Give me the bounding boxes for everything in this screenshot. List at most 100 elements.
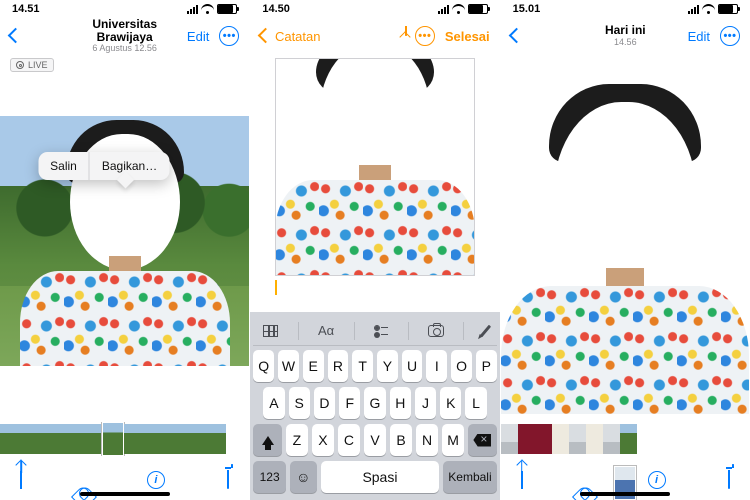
key-s[interactable]: S: [289, 387, 310, 419]
photo-subject: [275, 59, 475, 275]
thumbnail[interactable]: [569, 424, 586, 454]
key-t[interactable]: T: [352, 350, 373, 382]
key-d[interactable]: D: [314, 387, 335, 419]
key-h[interactable]: H: [390, 387, 411, 419]
key-z[interactable]: Z: [286, 424, 308, 456]
thumbnail[interactable]: [158, 424, 175, 454]
info-button[interactable]: i: [648, 471, 666, 489]
shift-icon: [262, 436, 274, 445]
thumbnail[interactable]: [586, 424, 603, 454]
back-button[interactable]: [10, 29, 21, 44]
thumbnail[interactable]: [124, 424, 141, 454]
kb-checklist-button[interactable]: [374, 325, 388, 337]
edit-button[interactable]: Edit: [688, 29, 710, 44]
key-i[interactable]: I: [426, 350, 447, 382]
keyboard-row-4: 123 ☺ Spasi Kembali: [253, 461, 496, 493]
key-shift[interactable]: [253, 424, 282, 456]
info-button[interactable]: i: [147, 471, 165, 489]
key-a[interactable]: A: [263, 387, 284, 419]
live-icon: [16, 61, 24, 69]
thumbnail[interactable]: [518, 424, 535, 454]
key-l[interactable]: L: [465, 387, 486, 419]
keyboard-row-2: A S D F G H J K L: [253, 387, 496, 419]
thumbnail[interactable]: [0, 424, 17, 454]
kb-camera-button[interactable]: [428, 325, 444, 337]
more-button[interactable]: •••: [720, 26, 740, 46]
key-y[interactable]: Y: [377, 350, 398, 382]
more-button[interactable]: •••: [415, 26, 435, 46]
thumbnail[interactable]: [603, 424, 620, 454]
key-e[interactable]: E: [303, 350, 324, 382]
kb-format-button[interactable]: Aα: [318, 323, 334, 338]
key-u[interactable]: U: [402, 350, 423, 382]
kb-table-button[interactable]: [263, 325, 278, 337]
share-button[interactable]: [20, 471, 22, 489]
back-button[interactable]: Catatan: [260, 29, 320, 44]
key-return[interactable]: Kembali: [443, 461, 496, 493]
thumbnail-selected[interactable]: [102, 422, 124, 456]
key-q[interactable]: Q: [253, 350, 274, 382]
kb-markup-button[interactable]: [484, 324, 487, 338]
photo-viewport[interactable]: Salin Bagikan…: [0, 116, 249, 366]
thumbnail[interactable]: [535, 424, 552, 454]
thumbnail[interactable]: [51, 424, 68, 454]
context-copy[interactable]: Salin: [38, 152, 89, 180]
nav-bar: Universitas Brawijaya 6 Agustus 12.56 Ed…: [0, 18, 249, 54]
key-m[interactable]: M: [442, 424, 464, 456]
share-button[interactable]: [521, 471, 523, 489]
status-bar: 15.01: [501, 0, 750, 18]
key-k[interactable]: K: [440, 387, 461, 419]
key-j[interactable]: J: [415, 387, 436, 419]
thumbnail[interactable]: [620, 424, 637, 454]
live-photo-badge[interactable]: LIVE: [10, 58, 54, 72]
done-button[interactable]: Selesai: [445, 29, 490, 44]
more-button[interactable]: •••: [219, 26, 239, 46]
wifi-icon: [452, 4, 465, 14]
key-v[interactable]: V: [364, 424, 386, 456]
key-g[interactable]: G: [364, 387, 385, 419]
key-backspace[interactable]: [468, 424, 497, 456]
thumbnail[interactable]: [209, 424, 226, 454]
status-indicators: [688, 4, 738, 14]
edit-button[interactable]: Edit: [187, 29, 209, 44]
key-p[interactable]: P: [476, 350, 497, 382]
key-space[interactable]: Spasi: [321, 461, 440, 493]
home-indicator[interactable]: [80, 492, 170, 496]
key-w[interactable]: W: [278, 350, 299, 382]
key-numbers[interactable]: 123: [253, 461, 286, 493]
thumbnail[interactable]: [141, 424, 158, 454]
key-n[interactable]: N: [416, 424, 438, 456]
pen-icon: [480, 324, 491, 337]
back-button[interactable]: [511, 29, 522, 44]
thumbnail[interactable]: [175, 424, 192, 454]
thumbnail[interactable]: [68, 424, 85, 454]
home-indicator[interactable]: [580, 492, 670, 496]
chevron-left-icon: [258, 27, 274, 43]
thumbnail[interactable]: [85, 424, 102, 454]
thumbnail[interactable]: [34, 424, 51, 454]
status-time: 14.51: [12, 3, 40, 15]
key-f[interactable]: F: [339, 387, 360, 419]
chevron-left-icon: [508, 27, 524, 43]
thumbnail[interactable]: [552, 424, 569, 454]
pasted-image[interactable]: [275, 58, 475, 276]
keyboard-row-1: Q W E R T Y U I O P: [253, 350, 496, 382]
key-r[interactable]: R: [328, 350, 349, 382]
key-c[interactable]: C: [338, 424, 360, 456]
subject-face-blank: [320, 58, 430, 179]
thumbnail-strip[interactable]: [0, 422, 249, 456]
thumbnail-strip[interactable]: [501, 422, 750, 456]
delete-button[interactable]: [728, 471, 730, 489]
key-b[interactable]: B: [390, 424, 412, 456]
key-x[interactable]: X: [312, 424, 334, 456]
wifi-icon: [201, 4, 214, 14]
delete-button[interactable]: [227, 471, 229, 489]
key-o[interactable]: O: [451, 350, 472, 382]
note-body[interactable]: [250, 54, 499, 312]
thumbnail[interactable]: [17, 424, 34, 454]
photo-viewport[interactable]: [501, 54, 750, 422]
thumbnail[interactable]: [501, 424, 518, 454]
status-bar: 14.51: [0, 0, 249, 18]
thumbnail[interactable]: [192, 424, 209, 454]
key-emoji[interactable]: ☺: [290, 461, 317, 493]
